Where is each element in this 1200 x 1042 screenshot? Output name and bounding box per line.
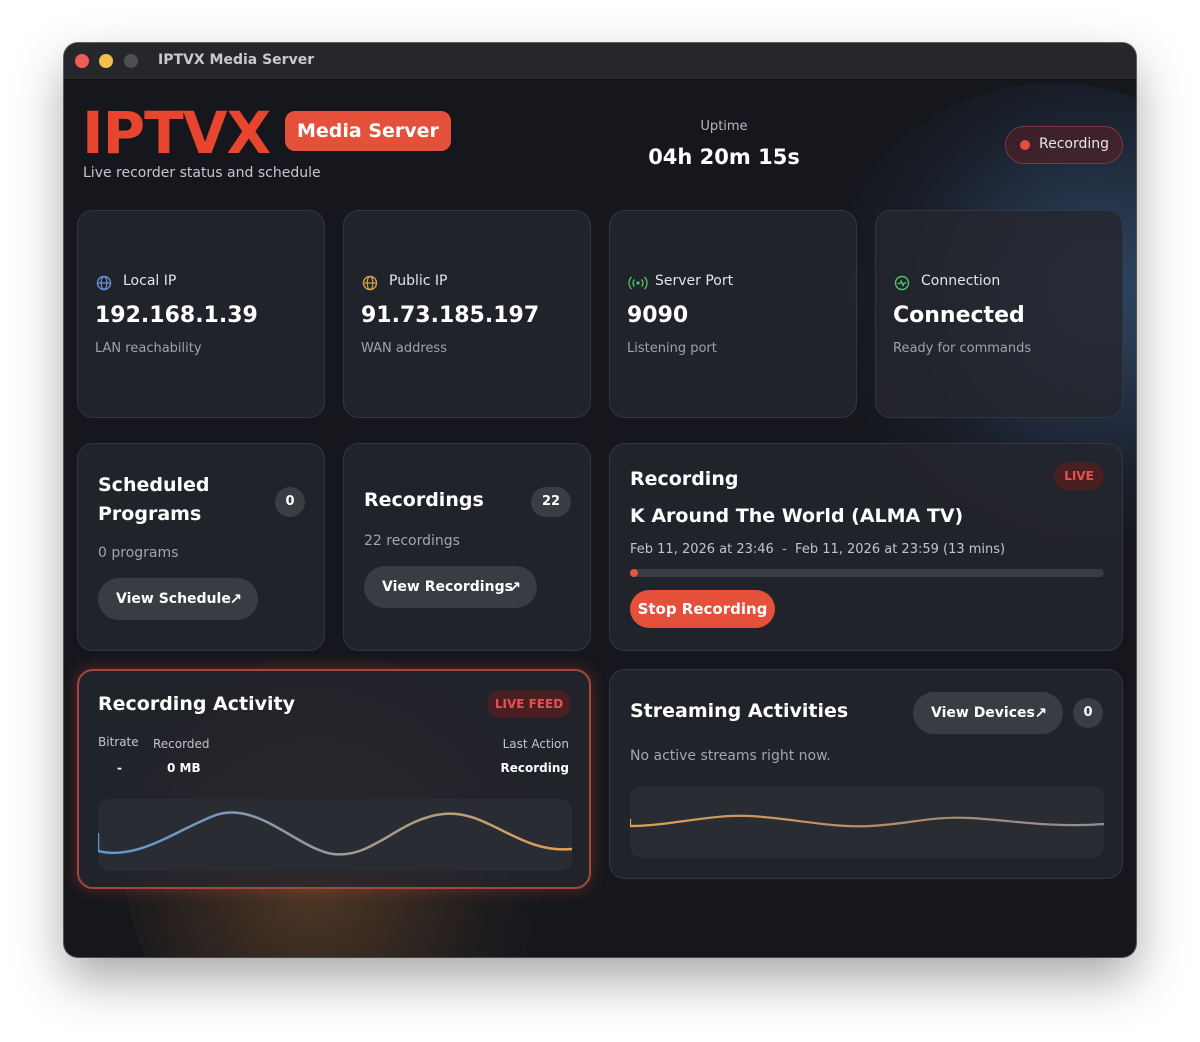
local-ip-sub: LAN reachability — [95, 341, 202, 356]
last-action-label: Last Action — [502, 737, 569, 751]
streaming-waveform — [628, 814, 1105, 828]
broadcast-icon — [628, 276, 648, 290]
app-subtitle: Live recorder status and schedule — [83, 165, 321, 181]
stop-recording-button[interactable]: Stop Recording — [630, 590, 775, 628]
recordings-title: Recordings — [364, 489, 484, 511]
activity-wave-box — [96, 799, 573, 871]
connection-value: Connected — [893, 303, 1025, 328]
globe-icon — [362, 275, 378, 291]
recording-status-label: Recording — [1039, 136, 1110, 152]
recorded-label: Recorded — [153, 737, 210, 751]
view-devices-label: View Devices — [931, 705, 1035, 721]
local-ip-label: Local IP — [123, 273, 177, 289]
arrow-up-right-icon: ↗ — [508, 578, 521, 596]
local-ip-card: Local IP 192.168.1.39 LAN reachability — [77, 210, 325, 418]
scheduled-sub: 0 programs — [98, 545, 179, 561]
recording-status-pill: Recording — [1005, 126, 1123, 164]
program-time-range: Feb 11, 2026 at 23:46 - Feb 11, 2026 at … — [630, 542, 1006, 557]
local-ip-value: 192.168.1.39 — [95, 303, 258, 328]
live-feed-badge: LIVE FEED — [487, 690, 571, 718]
now-recording-card: Recording LIVE K Around The World (ALMA … — [609, 443, 1123, 651]
activity-waveform — [96, 811, 573, 856]
title-bar: IPTVX Media Server — [64, 43, 1136, 80]
public-ip-sub: WAN address — [361, 341, 447, 356]
streaming-count-badge: 0 — [1073, 698, 1103, 728]
recorded-value: 0 MB — [167, 761, 201, 775]
main-content: IPTVX Media Server Live recorder status … — [64, 79, 1136, 957]
streaming-wave-box — [628, 786, 1105, 858]
pulse-icon — [894, 275, 910, 291]
recordings-sub: 22 recordings — [364, 533, 460, 549]
recordings-count-badge: 22 — [531, 487, 571, 517]
public-ip-value: 91.73.185.197 — [361, 303, 540, 328]
recording-dot-icon — [1020, 140, 1030, 150]
uptime-label: Uptime — [700, 119, 748, 134]
scheduled-programs-card: Scheduled Programs 0 0 programs View Sch… — [77, 443, 325, 651]
close-window-button[interactable] — [75, 54, 89, 68]
now-recording-heading: Recording — [630, 468, 739, 490]
public-ip-label: Public IP — [389, 273, 448, 289]
arrow-up-right-icon: ↗ — [1034, 704, 1047, 722]
program-title: K Around The World (ALMA TV) — [630, 505, 964, 527]
brand-pill: Media Server — [285, 111, 451, 151]
live-badge: LIVE — [1054, 462, 1104, 490]
view-schedule-label: View Schedule — [116, 591, 231, 607]
recording-activity-title: Recording Activity — [98, 693, 295, 715]
public-ip-card: Public IP 91.73.185.197 WAN address — [343, 210, 591, 418]
zoom-window-button[interactable] — [124, 54, 138, 68]
server-port-value: 9090 — [627, 303, 689, 328]
connection-sub: Ready for commands — [893, 341, 1032, 356]
streaming-activities-card: Streaming Activities View Devices ↗ 0 No… — [609, 669, 1123, 879]
view-recordings-label: View Recordings — [382, 579, 513, 595]
app-logo: IPTVX — [82, 99, 271, 167]
server-port-label: Server Port — [655, 273, 734, 289]
server-port-card: Server Port 9090 Listening port — [609, 210, 857, 418]
progress-indicator — [630, 569, 638, 577]
connection-card: Connection Connected Ready for commands — [875, 210, 1123, 418]
recording-progress-bar — [630, 569, 1104, 577]
connection-label: Connection — [921, 273, 1001, 289]
globe-icon — [96, 275, 112, 291]
uptime-value: 04h 20m 15s — [648, 145, 800, 169]
view-schedule-button[interactable]: View Schedule ↗ — [98, 578, 258, 620]
bitrate-label: Bitrate — [98, 735, 139, 749]
bitrate-value: - — [117, 761, 122, 775]
recordings-card: Recordings 22 22 recordings View Recordi… — [343, 443, 591, 651]
app-window: IPTVX Media Server IPTVX Media Server Li… — [64, 43, 1136, 957]
recording-activity-card: Recording Activity LIVE FEED Bitrate - R… — [77, 669, 591, 889]
scheduled-title-line2: Programs — [98, 503, 202, 525]
view-devices-button[interactable]: View Devices ↗ — [913, 692, 1063, 734]
scheduled-count-badge: 0 — [275, 487, 305, 517]
arrow-up-right-icon: ↗ — [229, 590, 242, 608]
window-title: IPTVX Media Server — [158, 52, 315, 68]
minimize-window-button[interactable] — [99, 54, 113, 68]
last-action-value: Recording — [500, 761, 570, 775]
view-recordings-button[interactable]: View Recordings ↗ — [364, 566, 537, 608]
scheduled-title-line1: Scheduled — [98, 474, 210, 496]
streaming-title: Streaming Activities — [630, 700, 849, 722]
streaming-empty-text: No active streams right now. — [630, 748, 831, 764]
server-port-sub: Listening port — [627, 341, 717, 356]
